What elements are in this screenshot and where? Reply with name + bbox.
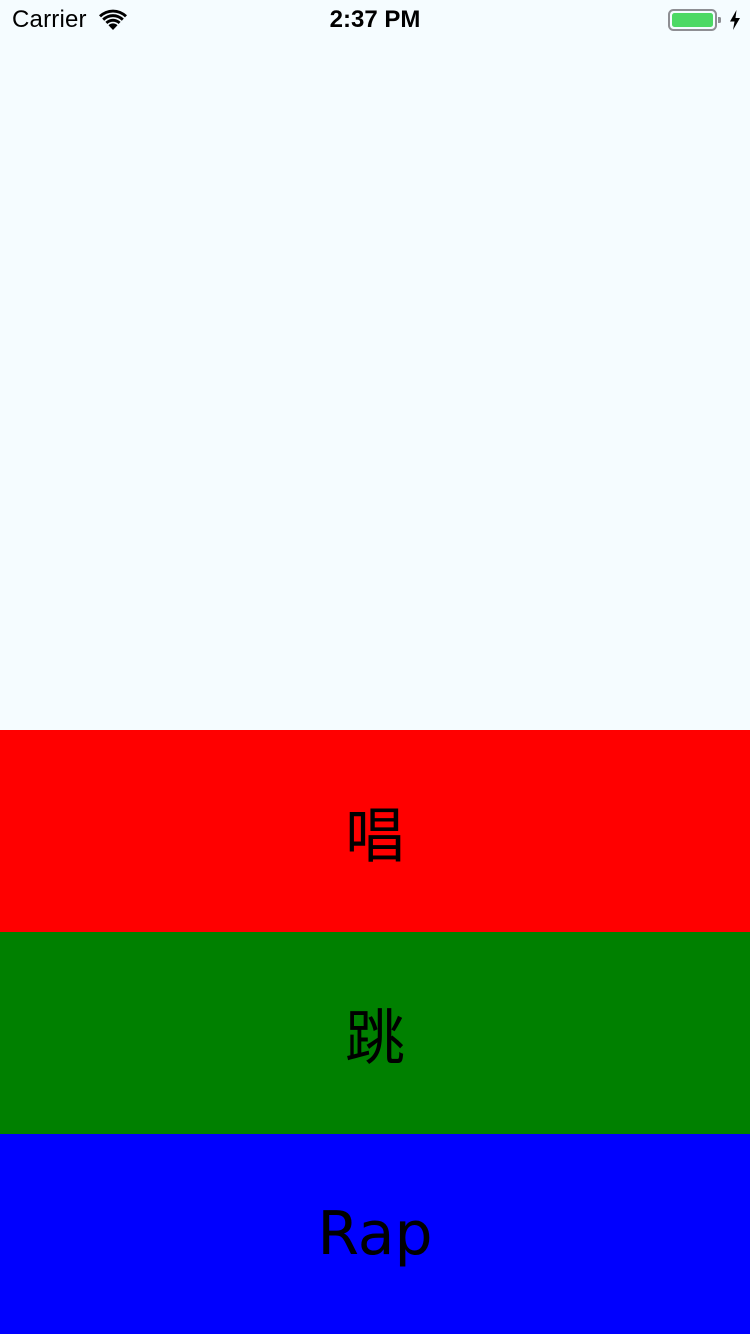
panel-dance[interactable]: 跳 [0,932,750,1134]
panel-label-rap: Rap [317,1199,433,1269]
app-screen: Carrier 2:37 PM 唱 跳 Rap [0,0,750,1334]
panel-label-dance: 跳 [345,1003,405,1074]
panel-label-sing: 唱 [345,801,405,872]
battery-icon [668,9,721,31]
charging-icon [730,10,740,30]
panel-sing[interactable]: 唱 [0,730,750,932]
panel-rap[interactable]: Rap [0,1134,750,1334]
status-bar: Carrier 2:37 PM [0,0,750,40]
status-time: 2:37 PM [329,6,421,33]
battery-group [668,0,742,40]
